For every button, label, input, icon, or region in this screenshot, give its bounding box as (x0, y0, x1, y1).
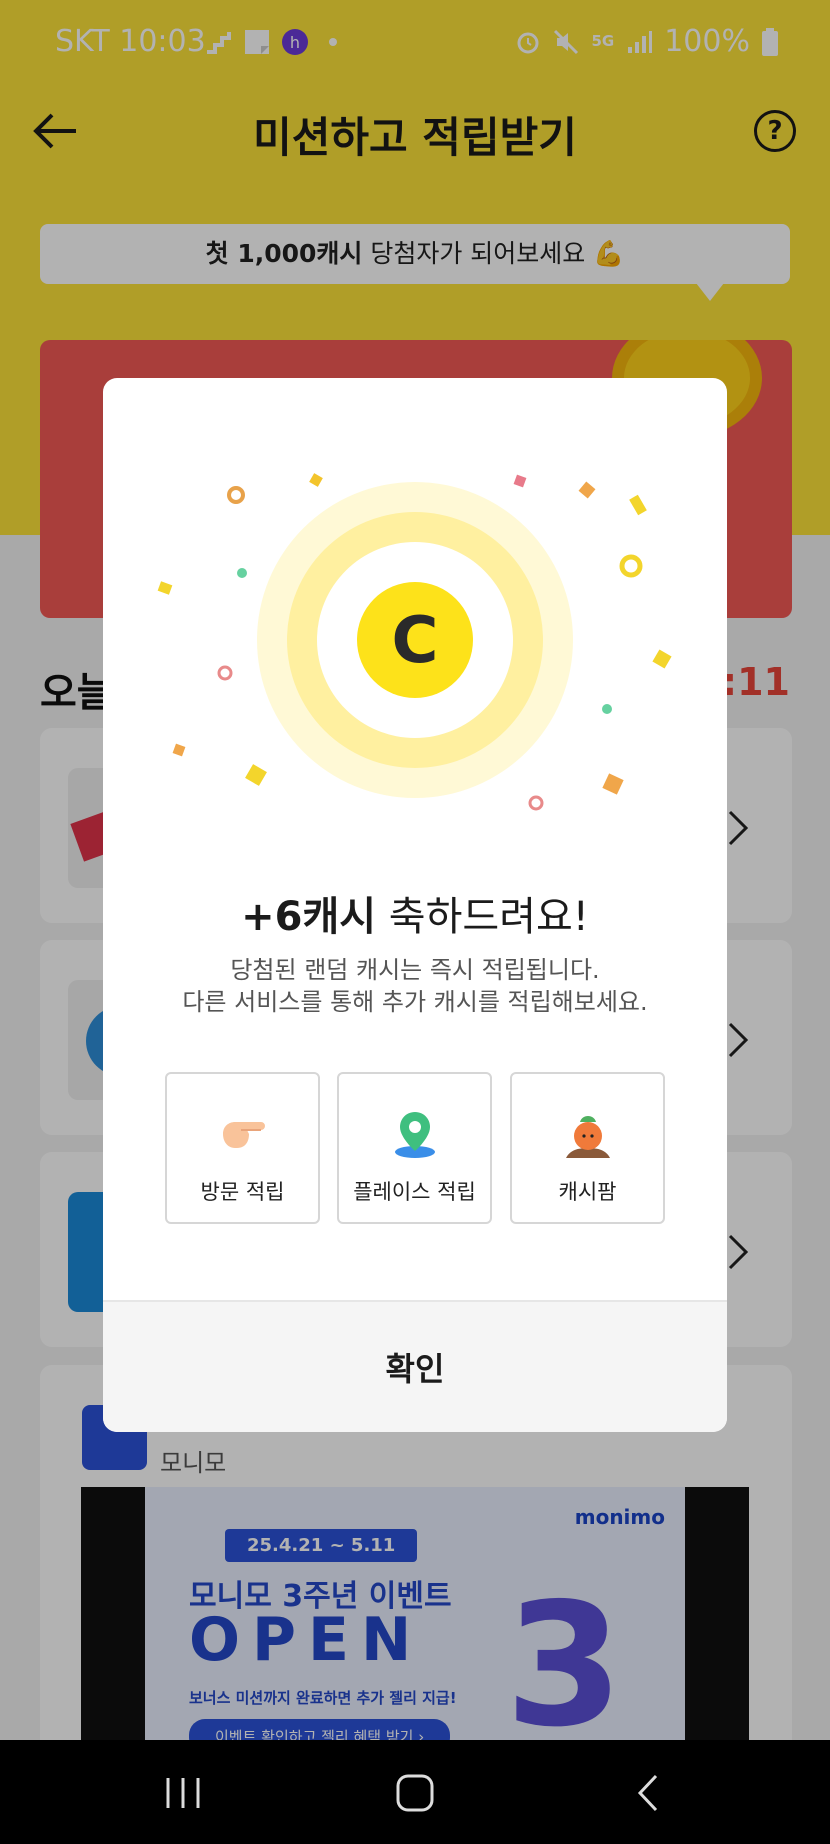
visit-earn-option[interactable]: 방문 적립 (165, 1072, 320, 1224)
navigation-bar (0, 1740, 830, 1844)
confirm-button[interactable]: 확인 (103, 1302, 727, 1432)
recent-apps-icon[interactable] (158, 1770, 208, 1816)
back-nav-icon[interactable] (624, 1770, 674, 1816)
home-icon[interactable] (390, 1770, 440, 1816)
reward-dialog: C +6캐시 축하드려요! 당첨된 랜덤 캐시는 즉시 적립됩니다. 다른 서비… (103, 378, 727, 1432)
dialog-title: +6캐시 축하드려요! (103, 884, 727, 942)
option-label: 플레이스 적립 (353, 1180, 476, 1204)
dialog-footer: 확인 (103, 1300, 727, 1432)
option-row: 방문 적립 플레이스 적립 캐시팜 (165, 1072, 665, 1226)
coin-celebration-graphic: C (157, 473, 672, 811)
dialog-title-text: 축하드려요! (376, 894, 589, 940)
dialog-description-line: 당첨된 랜덤 캐시는 즉시 적립됩니다. (230, 956, 600, 984)
dialog-description-line: 다른 서비스를 통해 추가 캐시를 적립해보세요. (182, 988, 648, 1016)
pointing-hand-icon (222, 1122, 265, 1148)
cash-farm-option[interactable]: 캐시팜 (510, 1072, 665, 1224)
map-pin-icon (394, 1112, 435, 1158)
reward-amount: +6캐시 (241, 894, 377, 940)
option-label: 방문 적립 (200, 1180, 285, 1204)
dialog-description: 당첨된 랜덤 캐시는 즉시 적립됩니다. 다른 서비스를 통해 추가 캐시를 적… (103, 954, 727, 1018)
coin-letter: C (392, 604, 439, 678)
place-earn-option[interactable]: 플레이스 적립 (337, 1072, 492, 1224)
carrot-icon (565, 1116, 610, 1158)
option-label: 캐시팜 (558, 1180, 617, 1204)
